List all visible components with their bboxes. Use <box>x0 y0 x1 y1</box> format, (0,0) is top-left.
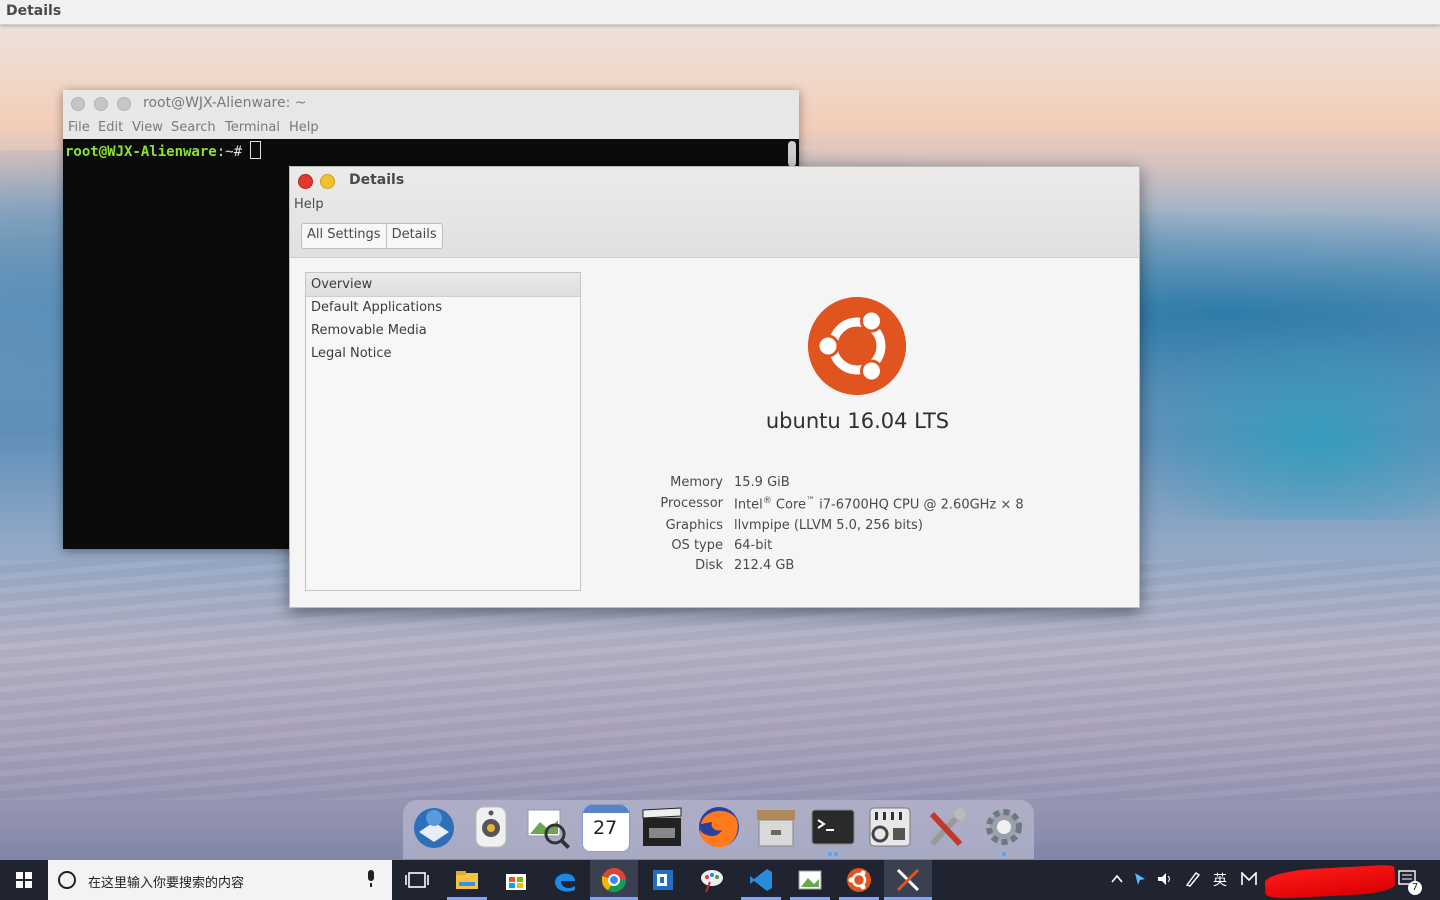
registered-mark: ® <box>762 496 772 506</box>
processor-intel: Intel <box>734 497 763 513</box>
calendar-icon[interactable]: 27 <box>582 804 630 852</box>
os-name: ubuntu 16.04 LTS <box>765 409 950 433</box>
calendar-day: 27 <box>593 817 618 839</box>
os-type-value: 64-bit <box>734 538 773 553</box>
task-view-icon[interactable] <box>403 866 431 894</box>
maximize-icon[interactable] <box>117 97 131 111</box>
disk-label: Disk <box>695 558 723 573</box>
menu-terminal[interactable]: Terminal <box>225 120 280 135</box>
window-title: Details <box>349 172 405 188</box>
ubuntu-logo-icon <box>808 297 906 395</box>
processor-value: Intel® Core™ i7-6700HQ CPU @ 2.60GHz × 8 <box>734 496 1024 512</box>
image-viewer-icon[interactable] <box>796 866 824 894</box>
speaker-icon[interactable] <box>468 804 514 850</box>
sidebar-item-removable-media[interactable]: Removable Media <box>306 319 580 342</box>
sidebar-item-label: Removable Media <box>311 323 427 338</box>
wallpaper-wave-crest <box>1130 320 1440 520</box>
cursor-app-icon[interactable] <box>1132 871 1148 887</box>
scrollbar-thumb[interactable] <box>788 141 796 167</box>
top-panel: Details <box>0 0 1440 25</box>
terminal-title: root@WJX-Alienware: ~ <box>143 95 307 111</box>
search-placeholder: 在这里输入你要搜索的内容 <box>88 876 245 891</box>
menu-edit[interactable]: Edit <box>98 120 123 135</box>
chrome-icon[interactable] <box>600 866 628 894</box>
volume-icon[interactable] <box>1156 871 1174 887</box>
sidebar-item-default-applications[interactable]: Default Applications <box>306 296 580 319</box>
disk-value: 212.4 GB <box>734 558 795 573</box>
edge-icon[interactable] <box>551 866 579 894</box>
breadcrumb: All Settings Details <box>301 223 443 249</box>
menu-help[interactable]: Help <box>289 120 319 135</box>
video-icon[interactable] <box>639 804 685 850</box>
xserver-icon[interactable] <box>894 866 922 894</box>
shell-prompt: root@WJX-Alienware:~# <box>65 141 262 160</box>
menu-view[interactable]: View <box>132 120 163 135</box>
vscode-icon[interactable] <box>747 866 775 894</box>
outlook-icon[interactable] <box>649 866 677 894</box>
running-indicator <box>834 852 838 856</box>
mixer-icon[interactable] <box>867 804 913 850</box>
details-window[interactable]: Details Help All Settings Details Overvi… <box>289 166 1140 608</box>
minimize-icon[interactable] <box>320 174 335 189</box>
thunderbird-icon[interactable] <box>411 804 457 850</box>
details-header: Details Help All Settings Details <box>290 167 1139 258</box>
pen-icon[interactable] <box>1184 870 1202 888</box>
close-icon[interactable] <box>298 174 313 189</box>
processor-label: Processor <box>660 496 723 511</box>
menu-help[interactable]: Help <box>294 197 324 212</box>
breadcrumb-details[interactable]: Details <box>385 224 442 248</box>
tools-icon[interactable] <box>924 804 970 850</box>
menu-search[interactable]: Search <box>171 120 216 135</box>
sidebar-item-label: Legal Notice <box>311 346 392 361</box>
paint-icon[interactable] <box>698 866 726 894</box>
taskbar-search-input[interactable]: 在这里输入你要搜索的内容 <box>48 860 392 900</box>
close-icon[interactable] <box>71 97 85 111</box>
taskbar: 在这里输入你要搜索的内容 英 7 <box>0 860 1440 900</box>
cortana-icon <box>58 871 76 889</box>
os-type-label: OS type <box>671 538 723 553</box>
image-viewer-icon[interactable] <box>525 804 571 850</box>
terminal-titlebar[interactable]: root@WJX-Alienware: ~ <box>63 90 799 116</box>
graphics-value: llvmpipe (LLVM 5.0, 256 bits) <box>734 518 923 533</box>
ubuntu-icon[interactable] <box>845 866 873 894</box>
notification-count-badge: 7 <box>1408 881 1422 895</box>
file-explorer-icon[interactable] <box>453 866 481 894</box>
running-indicator <box>828 852 832 856</box>
text-cursor <box>250 141 262 159</box>
prompt-path: :~# <box>216 144 251 160</box>
trademark-mark: ™ <box>806 496 816 506</box>
graphics-label: Graphics <box>665 518 723 533</box>
windows-start-icon[interactable] <box>0 860 48 900</box>
sidebar-item-label: Overview <box>311 277 373 292</box>
calendar-header <box>583 805 629 813</box>
terminal-menubar: File Edit View Search Terminal Help <box>63 116 799 139</box>
minimize-icon[interactable] <box>94 97 108 111</box>
store-icon[interactable] <box>502 866 530 894</box>
memory-value: 15.9 GiB <box>734 475 790 490</box>
processor-model: i7-6700HQ CPU @ 2.60GHz × 8 <box>815 497 1024 513</box>
sidebar-item-label: Default Applications <box>311 300 443 315</box>
ime-mode-icon[interactable] <box>1241 872 1257 886</box>
settings-gear-icon[interactable] <box>981 804 1027 850</box>
terminal-icon[interactable] <box>810 804 856 850</box>
processor-core: Core <box>771 497 807 513</box>
menu-file[interactable]: File <box>68 120 90 135</box>
sidebar-item-legal-notice[interactable]: Legal Notice <box>306 342 580 365</box>
active-window-title: Details <box>6 3 62 19</box>
prompt-user: root@WJX-Alienware <box>65 144 217 160</box>
firefox-icon[interactable] <box>696 804 742 850</box>
sidebar-item-overview[interactable]: Overview <box>306 273 580 297</box>
memory-label: Memory <box>670 475 723 490</box>
breadcrumb-all-settings[interactable]: All Settings <box>302 224 386 248</box>
running-indicator <box>1002 852 1006 856</box>
microphone-icon[interactable] <box>366 870 376 888</box>
chevron-up-icon[interactable] <box>1110 872 1124 886</box>
ime-indicator[interactable]: 英 <box>1213 870 1227 890</box>
details-sidebar: Overview Default Applications Removable … <box>305 272 581 591</box>
archive-icon[interactable] <box>753 804 799 850</box>
